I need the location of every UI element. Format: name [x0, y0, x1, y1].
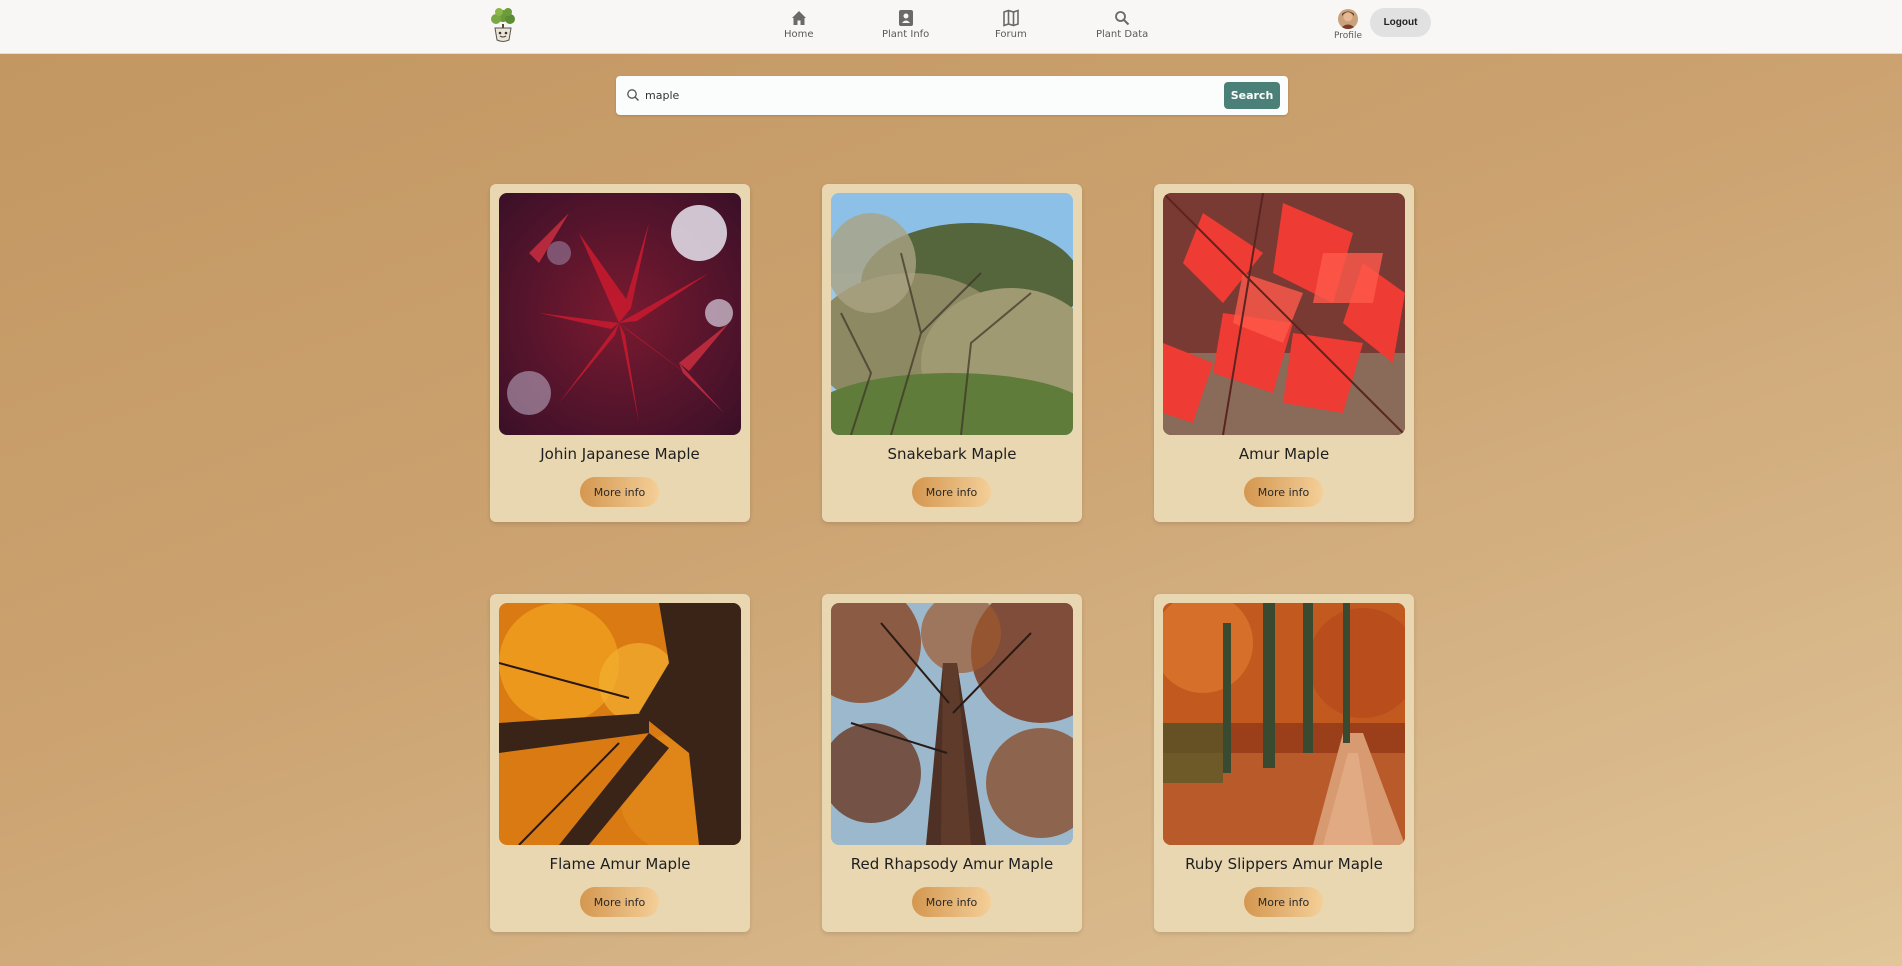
- nav-forum-label: Forum: [995, 29, 1027, 40]
- nav-home-label: Home: [784, 29, 814, 40]
- plant-name: Johin Japanese Maple: [540, 445, 700, 463]
- plant-photo: [831, 193, 1073, 435]
- nav-plant-data-label: Plant Data: [1096, 29, 1149, 40]
- plant-info-icon: [898, 10, 913, 26]
- more-info-button[interactable]: More info: [1244, 477, 1323, 507]
- plant-name: Ruby Slippers Amur Maple: [1185, 855, 1383, 873]
- nav-plant-info-label: Plant Info: [882, 29, 930, 40]
- plant-name: Red Rhapsody Amur Maple: [850, 855, 1054, 873]
- more-info-button[interactable]: More info: [912, 887, 991, 917]
- plant-card: Ruby Slippers Amur Maple More info: [1154, 594, 1414, 932]
- nav-plant-data[interactable]: Plant Data: [1096, 9, 1148, 40]
- plant-photo: [499, 603, 741, 845]
- top-navbar: Home Plant Info Forum Plant Data Profile…: [0, 0, 1902, 54]
- plant-name: Flame Amur Maple: [549, 855, 691, 873]
- logout-button[interactable]: Logout: [1370, 8, 1431, 37]
- nav-forum[interactable]: Forum: [995, 9, 1027, 40]
- plant-name: Amur Maple: [1238, 445, 1330, 463]
- home-icon: [791, 11, 806, 25]
- search-button[interactable]: Search: [1224, 82, 1280, 109]
- plant-card: Flame Amur Maple More info: [490, 594, 750, 932]
- map-icon: [1003, 9, 1019, 27]
- profile-label: Profile: [1334, 31, 1362, 41]
- more-info-button[interactable]: More info: [580, 477, 659, 507]
- plant-photo: [831, 603, 1073, 845]
- nav-home[interactable]: Home: [784, 9, 814, 40]
- more-info-button[interactable]: More info: [912, 477, 991, 507]
- search-icon: [627, 89, 639, 101]
- plant-card: Red Rhapsody Amur Maple More info: [822, 594, 1082, 932]
- plant-card: Johin Japanese Maple More info: [490, 184, 750, 522]
- search-bar: Search: [616, 76, 1288, 115]
- nav-plant-info[interactable]: Plant Info: [882, 9, 929, 40]
- more-info-button[interactable]: More info: [580, 887, 659, 917]
- search-input[interactable]: [645, 84, 1205, 106]
- plant-photo: [1163, 193, 1405, 435]
- plant-photo: [499, 193, 741, 435]
- plant-name: Snakebark Maple: [887, 445, 1017, 463]
- profile-link[interactable]: Profile: [1334, 9, 1362, 41]
- plant-card: Snakebark Maple More info: [822, 184, 1082, 522]
- plant-photo: [1163, 603, 1405, 845]
- logo-icon[interactable]: [486, 4, 520, 44]
- avatar: [1337, 9, 1358, 29]
- plant-card: Amur Maple More info: [1154, 184, 1414, 522]
- search-icon: [1115, 11, 1130, 26]
- more-info-button[interactable]: More info: [1244, 887, 1323, 917]
